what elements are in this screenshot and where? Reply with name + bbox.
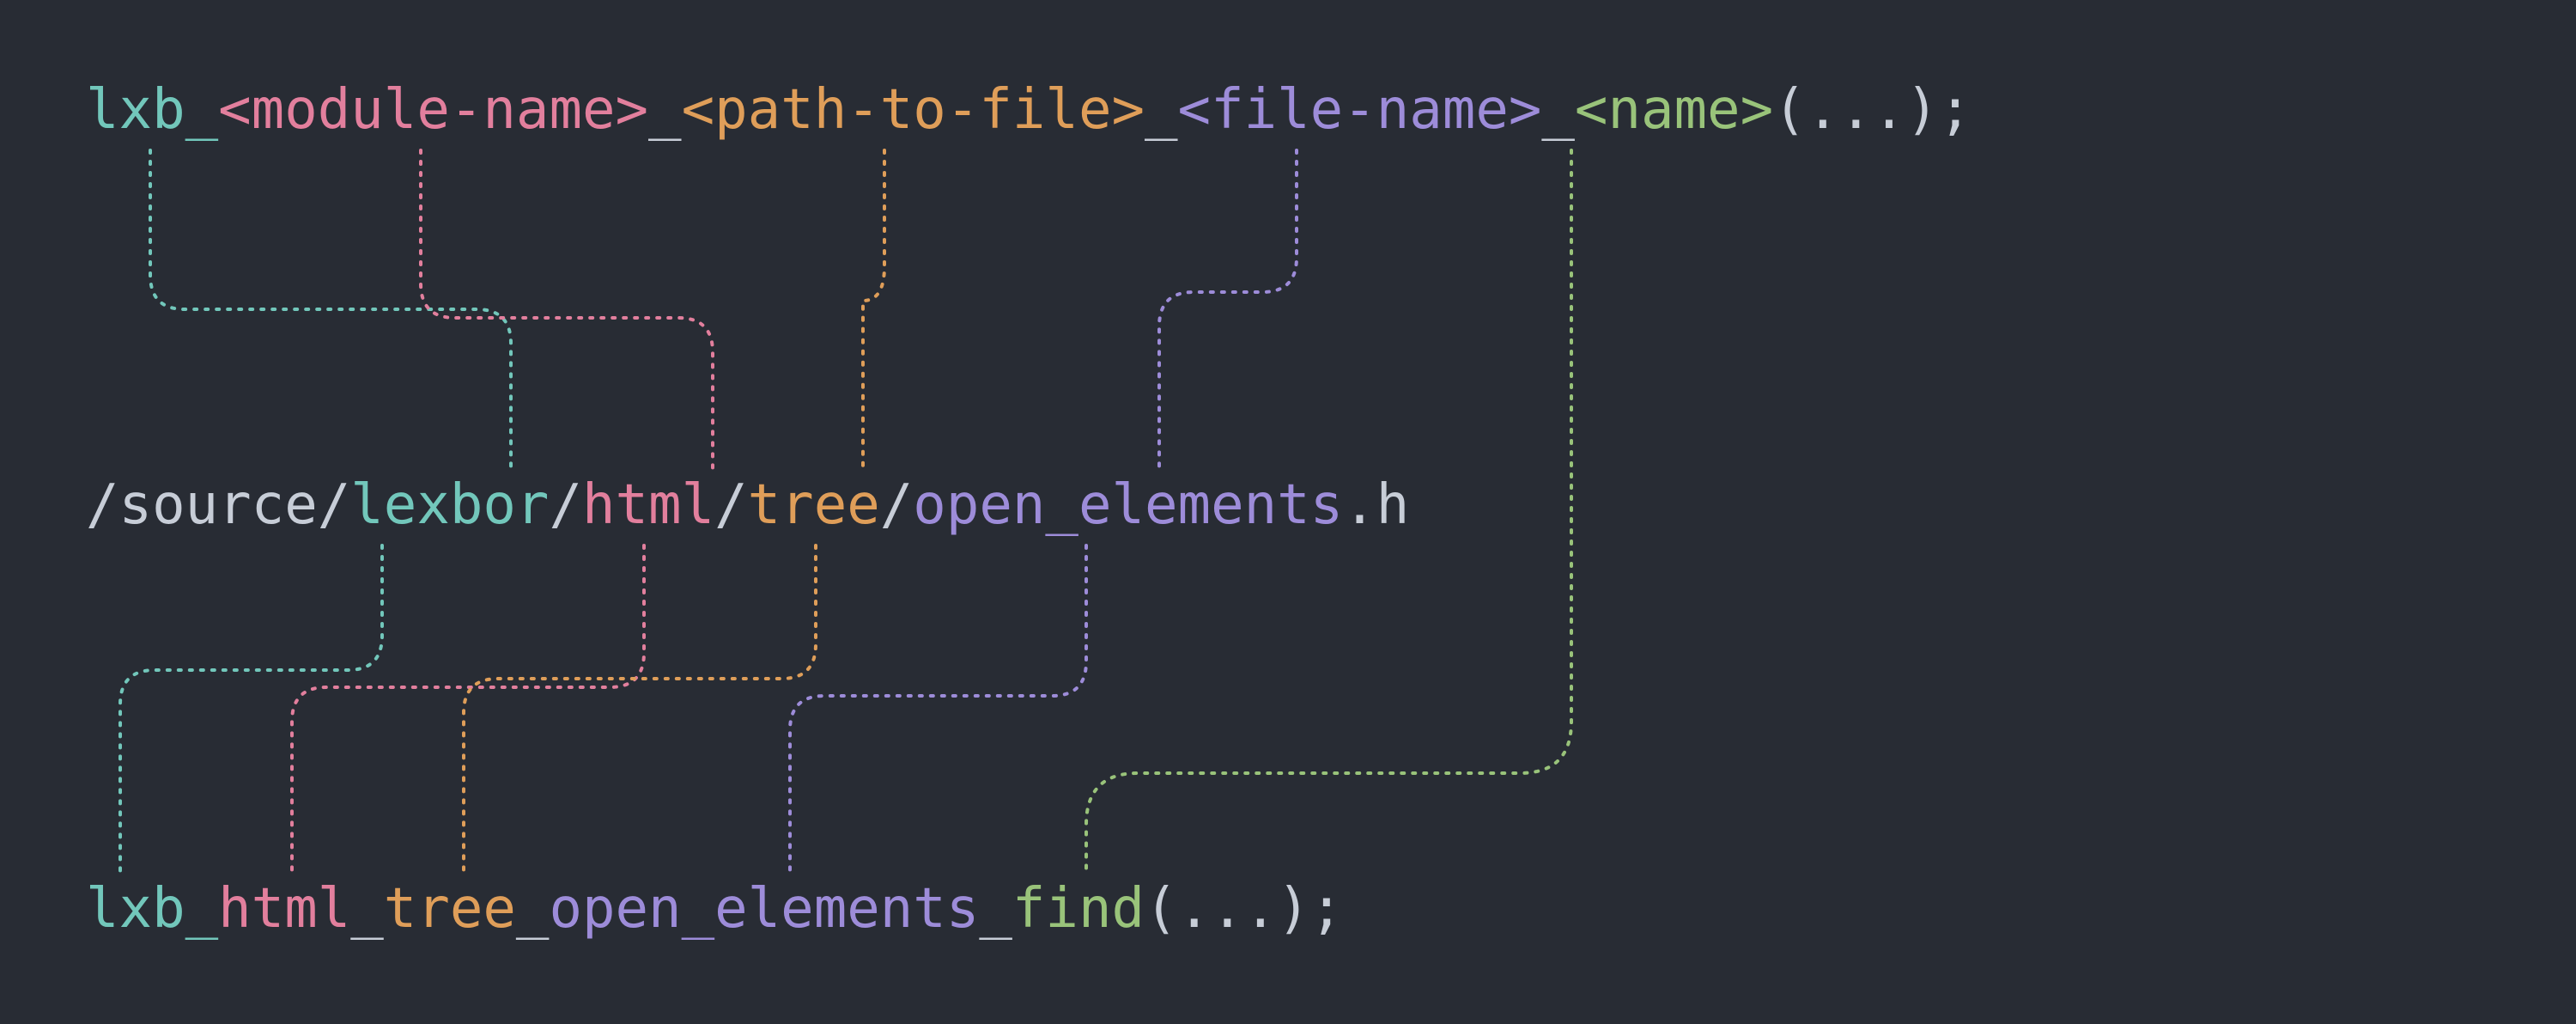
path-sep: / (549, 473, 582, 537)
path-sep: / (880, 473, 914, 537)
path-sep: / (714, 473, 748, 537)
path-ext: .h (1343, 473, 1409, 537)
fn-openelems: open_elements (549, 877, 979, 941)
file-name-token: <file-name> (1178, 78, 1542, 142)
fn-tree: tree (384, 877, 516, 941)
name-token: <name> (1575, 78, 1773, 142)
module-name-token: <module-name> (218, 78, 648, 142)
path-to-file-token: <path-to-file> (682, 78, 1145, 142)
path-tree: tree (748, 473, 880, 537)
connector-pink-bottom (292, 546, 644, 872)
separator: _ (979, 877, 1012, 941)
separator: _ (350, 877, 384, 941)
path-source: /source/ (86, 473, 350, 537)
call-tail: (...); (1145, 877, 1343, 941)
lxb-prefix: lxb_ (86, 78, 218, 142)
path-openelems: open_elements (913, 473, 1343, 537)
concrete-function-line: lxb_html_tree_open_elements_find(...); (86, 876, 1343, 942)
separator: _ (1145, 78, 1178, 142)
connector-teal-bottom (120, 546, 382, 872)
fn-find: find (1012, 877, 1145, 941)
fn-prefix: lxb_ (86, 877, 218, 941)
fn-html: html (218, 877, 350, 941)
connector-pink-top (421, 150, 713, 468)
example-path-line: /source/lexbor/html/tree/open_elements.h (86, 472, 1409, 539)
diagram-canvas: lxb_<module-name>_<path-to-file>_<file-n… (0, 0, 2576, 1024)
path-lexbor: lexbor (350, 473, 549, 537)
template-signature-line: lxb_<module-name>_<path-to-file>_<file-n… (86, 77, 1971, 143)
connector-orange-top (863, 150, 884, 468)
call-tail: (...); (1773, 78, 1971, 142)
connector-purple-top (1159, 150, 1297, 468)
separator: _ (516, 877, 550, 941)
connector-orange-bottom (464, 546, 816, 872)
path-html: html (582, 473, 714, 537)
separator: _ (1541, 78, 1575, 142)
connector-purple-bottom (790, 546, 1086, 872)
connector-teal-top (150, 150, 511, 468)
separator: _ (648, 78, 682, 142)
